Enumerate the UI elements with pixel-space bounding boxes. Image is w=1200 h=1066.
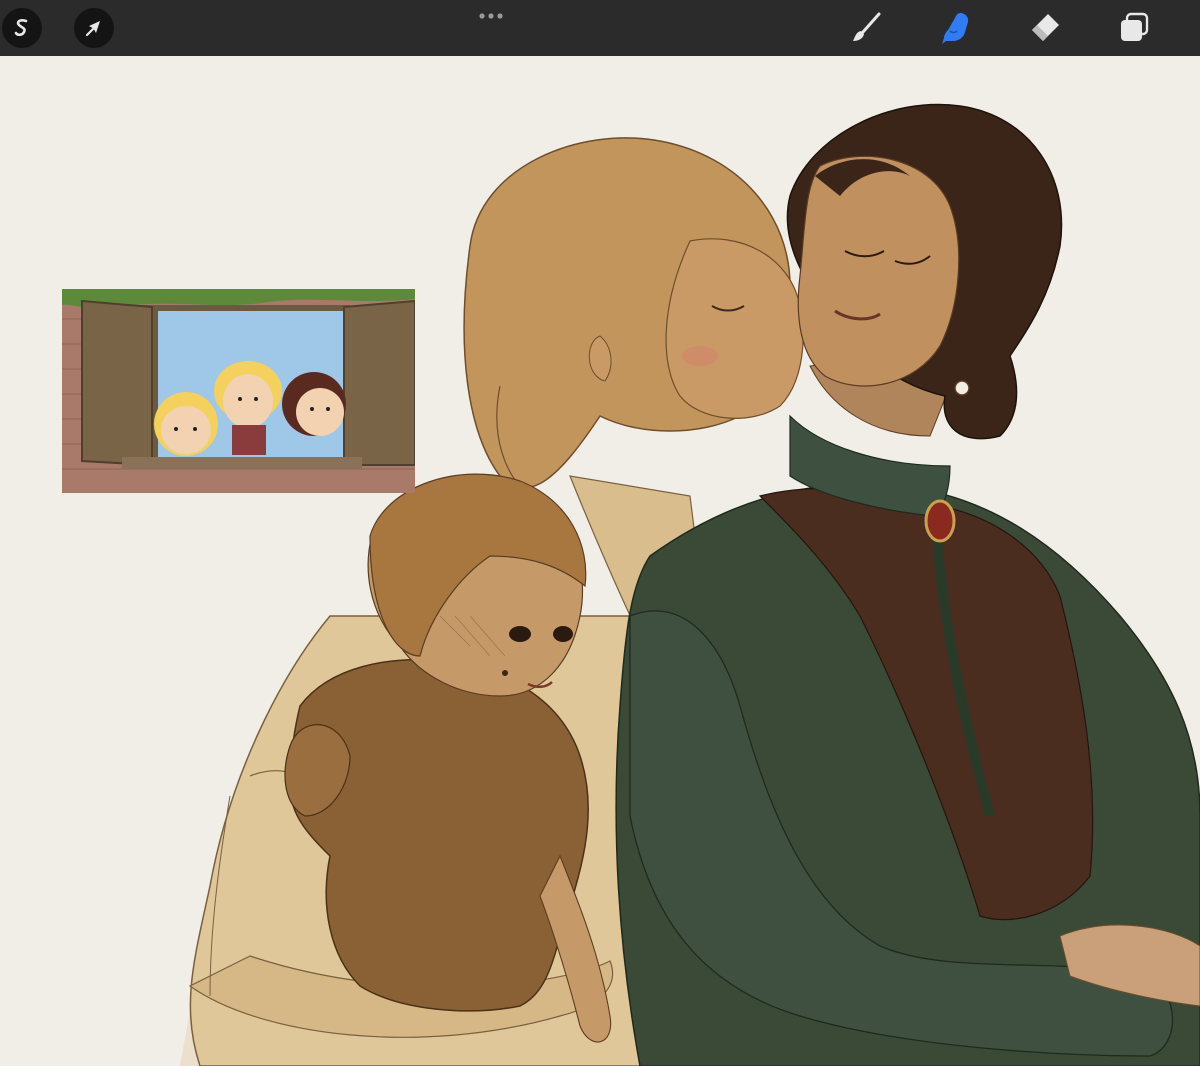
reference-image-window[interactable] (62, 289, 415, 493)
paintbrush-icon (853, 12, 881, 41)
artwork-illustration (180, 103, 1200, 1066)
arrow-cursor-icon (85, 21, 100, 37)
more-dots-icon[interactable] (476, 8, 508, 24)
drawing-canvas[interactable] (0, 56, 1200, 1066)
paint-brush-tool[interactable] (846, 8, 886, 48)
eraser-tool[interactable] (1024, 8, 1064, 48)
smudge-tool[interactable] (936, 8, 976, 48)
gallery-button[interactable] (2, 8, 42, 48)
layers-button[interactable] (1114, 8, 1154, 48)
eraser-icon (1032, 14, 1059, 41)
reference-image (62, 289, 415, 493)
smudge-finger-icon (942, 13, 969, 44)
transform-button[interactable] (74, 8, 114, 48)
procreate-s-icon (14, 19, 28, 37)
top-toolbar (0, 0, 1200, 57)
layers-icon (1121, 12, 1149, 41)
